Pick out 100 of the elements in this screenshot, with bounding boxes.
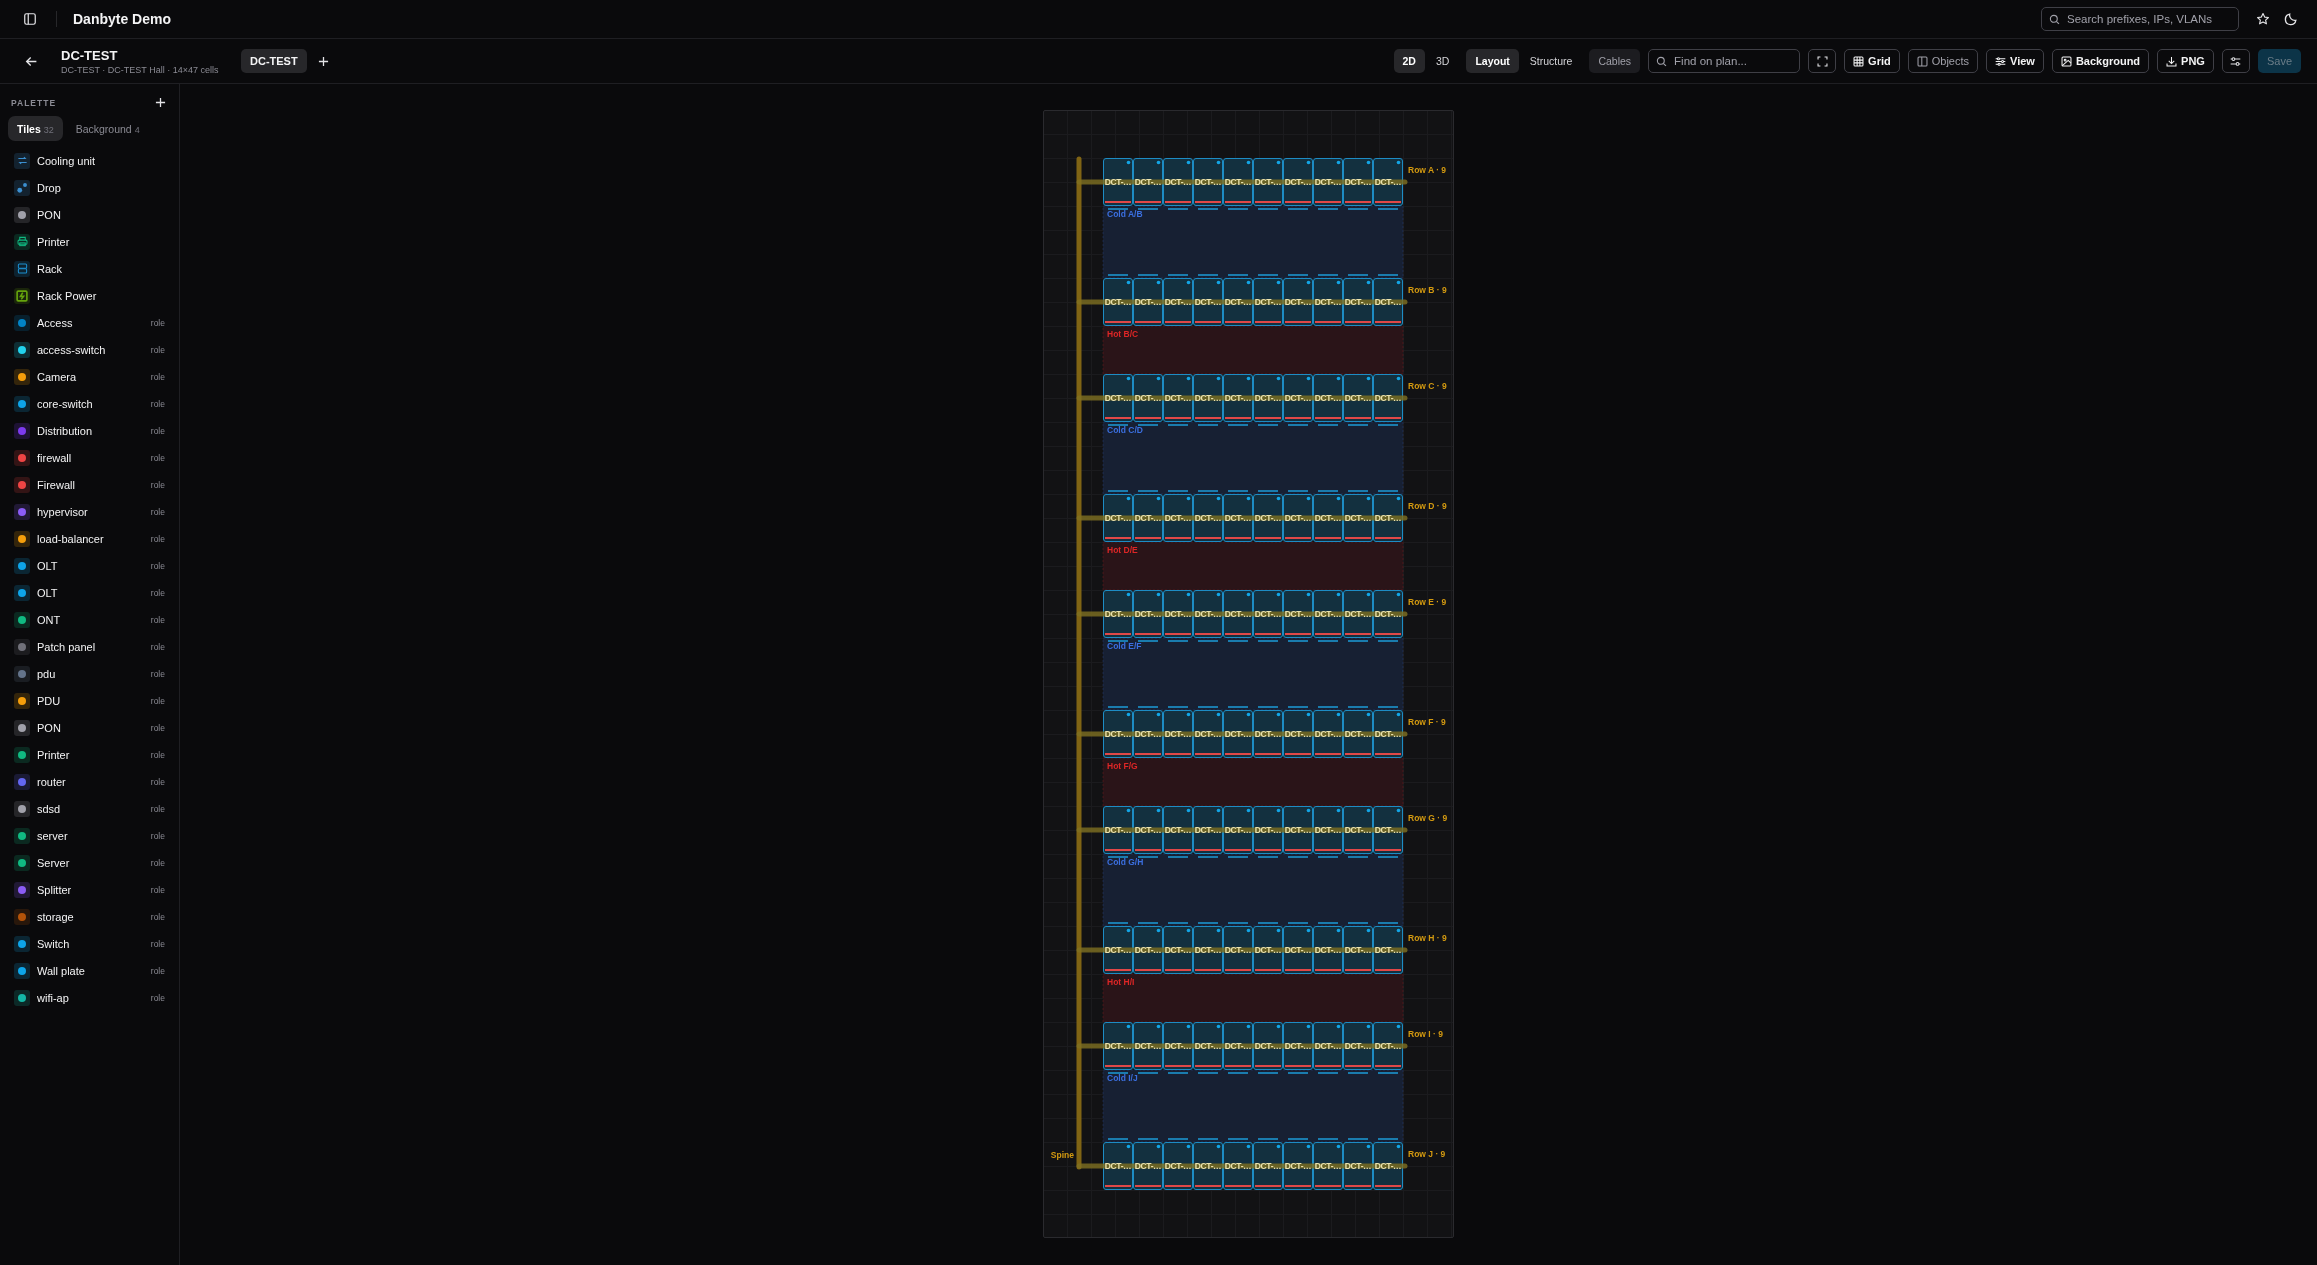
palette-item[interactable]: storage role <box>8 903 171 930</box>
rack-label: DCT-… <box>1344 729 1372 739</box>
palette-item[interactable]: access-switch role <box>8 336 171 363</box>
role-tag: role <box>150 560 165 571</box>
rack-label: DCT-… <box>1164 297 1192 307</box>
palette-item[interactable]: PDU role <box>8 687 171 714</box>
role-tag: role <box>150 749 165 760</box>
palette-tab[interactable]: Tiles 32 <box>8 116 63 141</box>
rack-label: DCT-… <box>1134 297 1162 307</box>
palette-item[interactable]: Switch role <box>8 930 171 957</box>
palette-item[interactable]: Printer role <box>8 741 171 768</box>
palette-item-label: ONT <box>37 613 62 626</box>
view-mode-tab[interactable]: 3D <box>1426 49 1459 73</box>
palette-item[interactable]: PON role <box>8 714 171 741</box>
palette-item[interactable]: hypervisor role <box>8 498 171 525</box>
palette-item[interactable]: Patch panel role <box>8 633 171 660</box>
palette-item[interactable]: Wall plate role <box>8 957 171 984</box>
palette-item[interactable]: pdu role <box>8 660 171 687</box>
palette-item[interactable]: sdsd role <box>8 795 171 822</box>
palette-item-label: wifi-ap <box>37 991 70 1004</box>
palette-item-label: Patch panel <box>37 640 97 653</box>
palette-item[interactable]: OLT role <box>8 579 171 606</box>
rack-label: DCT-… <box>1194 1041 1222 1051</box>
rack-label: DCT-… <box>1254 393 1282 403</box>
rack-label: DCT-… <box>1374 609 1402 619</box>
palette-item[interactable]: firewall role <box>8 444 171 471</box>
rack-label: DCT-… <box>1254 297 1282 307</box>
role-tag: role <box>150 857 165 868</box>
rack-label: DCT-… <box>1344 393 1372 403</box>
rack-label: DCT-… <box>1164 177 1192 187</box>
cables-toggle[interactable]: Cables <box>1589 49 1641 73</box>
find-field[interactable]: Find on plan... <box>1648 49 1801 73</box>
palette-item[interactable]: Distribution role <box>8 417 171 444</box>
palette-item-label: OLT <box>37 586 59 599</box>
png-export-button[interactable]: PNG <box>2157 49 2214 73</box>
rack-label: DCT-… <box>1374 393 1402 403</box>
rack-label: DCT-… <box>1134 729 1162 739</box>
view-button[interactable]: View <box>1986 49 2044 73</box>
palette-tab[interactable]: Background 4 <box>66 116 149 141</box>
rack-label: DCT-… <box>1104 513 1132 523</box>
rack-label: DCT-… <box>1194 177 1222 187</box>
aisle-label: Cold I/J <box>1107 1073 1138 1083</box>
aisle-label: Hot D/E <box>1107 545 1138 555</box>
view-mode-tab[interactable]: 2D <box>1393 49 1425 73</box>
palette-item[interactable]: wifi-ap role <box>8 984 171 1011</box>
rack-label: DCT-… <box>1164 609 1192 619</box>
rack-label: DCT-… <box>1134 177 1162 187</box>
rack-label: DCT-… <box>1134 825 1162 835</box>
palette-item[interactable]: Access role <box>8 309 171 336</box>
palette-item-label: Camera <box>37 370 78 383</box>
rack-label: DCT-… <box>1254 177 1282 187</box>
palette-item[interactable]: load-balancer role <box>8 525 171 552</box>
rack-label: DCT-… <box>1284 177 1312 187</box>
mode-tab[interactable]: Structure <box>1520 49 1582 73</box>
rack-label: DCT-… <box>1104 177 1132 187</box>
palette-item[interactable]: Firewall role <box>8 471 171 498</box>
palette-item[interactable]: server role <box>8 822 171 849</box>
rack-label: DCT-… <box>1224 177 1252 187</box>
search-field[interactable]: Search prefixes, IPs, VLANs <box>2041 7 2239 31</box>
rack-label: DCT-… <box>1194 513 1222 523</box>
rack-label: DCT-… <box>1284 297 1312 307</box>
rack-label: DCT-… <box>1314 513 1342 523</box>
role-tag: role <box>150 668 165 679</box>
plan-tab[interactable]: DC-TEST <box>241 49 307 73</box>
rack-label: DCT-… <box>1284 1161 1312 1171</box>
rack-label: DCT-… <box>1104 1041 1132 1051</box>
palette-item[interactable]: Rack <box>8 255 171 282</box>
rack-label: DCT-… <box>1314 945 1342 955</box>
rack-label: DCT-… <box>1134 1041 1162 1051</box>
palette-item[interactable]: Server role <box>8 849 171 876</box>
grid-toggle[interactable]: Grid <box>1844 49 1900 73</box>
palette-item[interactable]: Rack Power <box>8 282 171 309</box>
row-label: Row G · 9 <box>1408 813 1448 823</box>
palette-item[interactable]: router role <box>8 768 171 795</box>
palette-item-label: pdu <box>37 667 57 680</box>
role-tag: role <box>150 533 165 544</box>
palette-item[interactable]: Cooling unit <box>8 147 171 174</box>
palette-item-label: Printer <box>37 748 71 761</box>
palette-item[interactable]: Splitter role <box>8 876 171 903</box>
palette-item[interactable]: PON <box>8 201 171 228</box>
role-tag: role <box>150 722 165 733</box>
role-tag: role <box>150 992 165 1003</box>
background-button[interactable]: Background <box>2051 49 2150 73</box>
rack-label: DCT-… <box>1104 1161 1132 1171</box>
palette-item[interactable]: Printer <box>8 228 171 255</box>
palette-item[interactable]: core-switch role <box>8 390 171 417</box>
role-tag: role <box>150 452 165 463</box>
role-tag: role <box>150 938 165 949</box>
palette-item-label: PON <box>37 208 62 221</box>
mode-tab[interactable]: Layout <box>1466 49 1519 73</box>
palette-item-label: access-switch <box>37 343 107 356</box>
objects-toggle[interactable]: Objects <box>1907 49 1978 73</box>
palette-item-label: PON <box>37 721 62 734</box>
rack-label: DCT-… <box>1164 1161 1192 1171</box>
palette-item[interactable]: OLT role <box>8 552 171 579</box>
palette-item[interactable]: ONT role <box>8 606 171 633</box>
palette-item-label: firewall <box>37 451 73 464</box>
palette-item[interactable]: Camera role <box>8 363 171 390</box>
rack-label: DCT-… <box>1344 1161 1372 1171</box>
palette-item[interactable]: Drop <box>8 174 171 201</box>
